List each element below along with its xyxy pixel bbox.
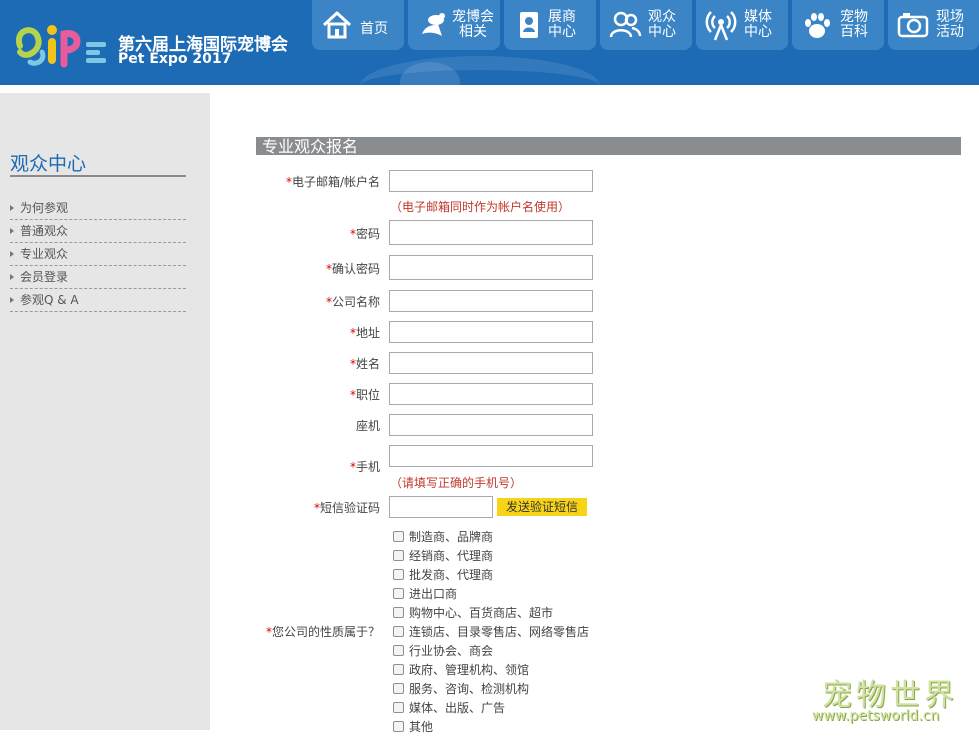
mobile-field[interactable]: [389, 445, 593, 467]
arrow-right-icon: [10, 228, 14, 234]
arrow-right-icon: [10, 297, 14, 303]
checkbox[interactable]: [393, 721, 404, 732]
email-label: *电子邮箱/帐户名: [285, 175, 380, 189]
sidebar: 观众中心 为何参观 普通观众 专业观众 会员登录 参观Q & A: [0, 93, 210, 730]
watermark: 宠物世界 www.petsworld.cn: [812, 670, 979, 730]
password-label: *密码: [349, 227, 380, 241]
site-logo[interactable]: 第六届上海国际宠博会 Pet Expo 2017: [12, 14, 312, 72]
name-field[interactable]: [389, 352, 593, 374]
nav-item-expo[interactable]: 宠博会 相关: [408, 0, 500, 50]
checkbox[interactable]: [393, 626, 404, 637]
nav-label: 宠博会 相关: [452, 9, 494, 40]
sidebar-item-member-login[interactable]: 会员登录: [10, 266, 186, 289]
landline-label: 座机: [355, 419, 380, 433]
pet-expo-icon: [422, 13, 445, 36]
people-icon: [609, 11, 642, 38]
watermark-url: www.petsworld.cn: [812, 708, 940, 724]
checkbox[interactable]: [393, 683, 404, 694]
nav-item-visitor[interactable]: 观众 中心: [600, 0, 692, 50]
checkbox[interactable]: [393, 588, 404, 599]
sidebar-title: 观众中心: [10, 153, 87, 175]
sidebar-item-qa[interactable]: 参观Q & A: [10, 289, 186, 312]
broadcast-icon: [705, 11, 737, 41]
site-header: 第六届上海国际宠博会 Pet Expo 2017 首页 宠博会 相关 展商 中心…: [0, 0, 979, 85]
email-hint: （电子邮箱同时作为帐户名使用）: [390, 200, 571, 214]
sms-code-field[interactable]: [389, 496, 493, 518]
nav-label: 媒体 中心: [744, 9, 772, 40]
sidebar-menu: 为何参观 普通观众 专业观众 会员登录 参观Q & A: [10, 197, 186, 312]
arrow-right-icon: [10, 274, 14, 280]
sip-logo-mark: [15, 25, 106, 68]
nav-label: 展商 中心: [548, 9, 576, 40]
checkbox[interactable]: [393, 645, 404, 656]
paw-icon: [805, 13, 830, 38]
nav-item-media[interactable]: 媒体 中心: [696, 0, 788, 50]
checkbox[interactable]: [393, 702, 404, 713]
arrow-right-icon: [10, 205, 14, 211]
nav-item-events[interactable]: 现场 活动: [888, 0, 979, 50]
name-label: *姓名: [349, 357, 380, 371]
nav-label: 现场 活动: [936, 9, 964, 40]
confirm-password-label: *确认密码: [325, 262, 380, 276]
nav-label: 宠物 百科: [840, 9, 868, 40]
position-label: *职位: [349, 388, 380, 402]
sms-code-label: *短信验证码: [313, 501, 380, 515]
send-sms-button[interactable]: 发送验证短信: [497, 498, 587, 516]
nav-item-wiki[interactable]: 宠物 百科: [792, 0, 884, 50]
expo-subtitle: Pet Expo 2017: [118, 51, 232, 67]
nav-item-home[interactable]: 首页: [312, 0, 404, 50]
checkbox[interactable]: [393, 531, 404, 542]
camera-icon: [897, 13, 929, 38]
checkbox[interactable]: [393, 607, 404, 618]
position-field[interactable]: [389, 383, 593, 405]
nav-label: 观众 中心: [648, 9, 676, 40]
address-field[interactable]: [389, 321, 593, 343]
section-title: 专业观众报名: [262, 137, 359, 156]
nav-label: 首页: [360, 21, 388, 37]
sidebar-title-rule: [10, 175, 186, 177]
nav-item-exhibitor[interactable]: 展商 中心: [504, 0, 596, 50]
arrow-right-icon: [10, 251, 14, 257]
checkbox[interactable]: [393, 550, 404, 561]
company-field[interactable]: [389, 290, 593, 312]
sidebar-item-why-visit[interactable]: 为何参观: [10, 197, 186, 220]
mobile-label: *手机: [349, 460, 380, 474]
company-type-label: *您公司的性质属于？: [265, 625, 380, 639]
checkbox[interactable]: [393, 664, 404, 675]
confirm-password-field[interactable]: [389, 255, 593, 280]
email-field[interactable]: [389, 170, 593, 192]
house-icon: [322, 11, 352, 39]
mobile-hint: （请填写正确的手机号）: [390, 476, 523, 490]
sidebar-item-trade-visitor[interactable]: 专业观众: [10, 243, 186, 266]
address-label: *地址: [349, 326, 380, 340]
company-label: *公司名称: [325, 295, 380, 309]
sidebar-item-general-visitor[interactable]: 普通观众: [10, 220, 186, 243]
section-title-bar: 专业观众报名: [256, 137, 961, 156]
badge-icon: [520, 12, 538, 38]
checkbox[interactable]: [393, 569, 404, 580]
header-swoosh: [360, 56, 600, 85]
password-field[interactable]: [389, 220, 593, 245]
landline-field[interactable]: [389, 414, 593, 436]
